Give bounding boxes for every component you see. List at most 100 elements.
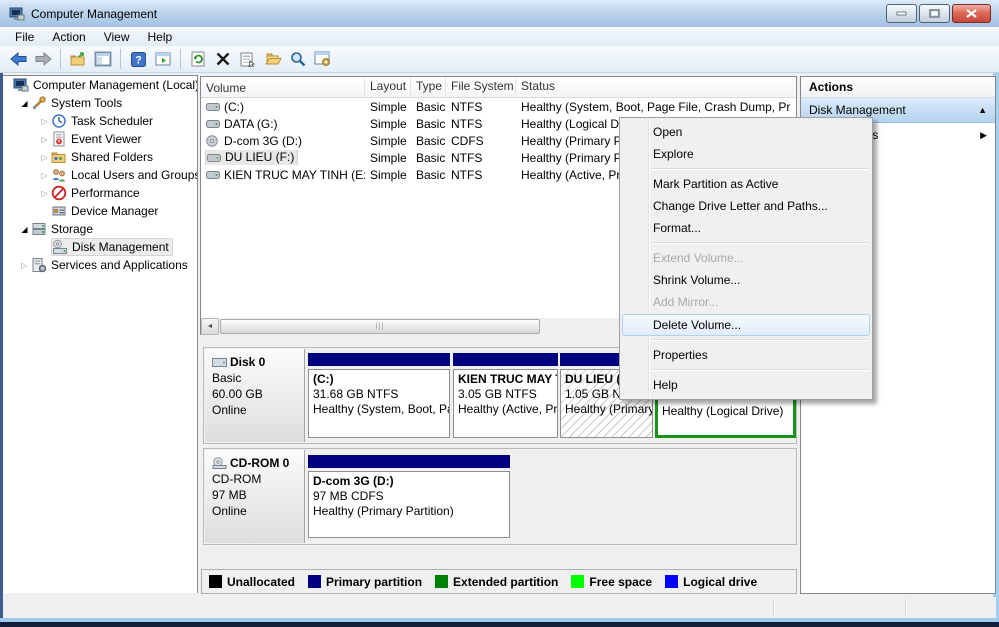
cd-rom-0-label[interactable]: CD-ROM 0 CD-ROM 97 MB Online	[205, 450, 305, 543]
collapse-arrow-icon[interactable]: ▷	[38, 117, 51, 126]
context-menu-properties[interactable]: Properties	[620, 344, 872, 366]
export-list-icon[interactable]	[67, 48, 89, 70]
tree-item-label: Shared Folders	[71, 150, 154, 164]
actions-panel-title: Actions	[801, 77, 995, 98]
volume-drive-icon	[206, 169, 220, 180]
volume-cd-icon	[206, 135, 220, 147]
collapse-arrow-icon[interactable]: ▷	[38, 171, 51, 180]
settings-window-icon[interactable]	[312, 48, 334, 70]
tree-item-performance[interactable]: ▷ Performance	[3, 184, 197, 202]
context-menu-add-mirror: Add Mirror...	[653, 295, 719, 309]
open-folder-icon[interactable]	[262, 48, 284, 70]
tree-item-label: Performance	[71, 186, 140, 200]
partition-kien-truc[interactable]: KIEN TRUC MAY TINH (E:) 3.05 GB NTFS Hea…	[453, 353, 558, 443]
menu-separator	[651, 242, 869, 243]
context-menu-extend-volume: Extend Volume...	[653, 251, 744, 265]
partition-size: 3.05 GB NTFS	[458, 387, 537, 401]
title-bar[interactable]: Computer Management	[0, 0, 999, 28]
toolbar-separator	[120, 49, 121, 69]
show-console-tree-icon[interactable]	[92, 48, 114, 70]
context-menu-delete-volume[interactable]: Delete Volume...	[622, 314, 870, 336]
actions-section-label: Disk Management	[809, 103, 906, 117]
context-menu-format[interactable]: Format...	[620, 217, 872, 239]
selected-volume[interactable]: DU LIEU (F:)	[204, 150, 299, 165]
event-viewer-icon	[51, 131, 67, 147]
context-menu-open[interactable]: Open	[620, 121, 872, 143]
scroll-left-arrow[interactable]: ◄	[201, 318, 219, 335]
legend-logical-drive: Logical drive	[665, 575, 757, 589]
column-header-layout[interactable]: Layout	[365, 77, 411, 97]
close-button[interactable]	[952, 4, 991, 23]
scrollbar-thumb[interactable]: |||	[220, 319, 540, 334]
column-header-file-system[interactable]: File System	[446, 77, 516, 97]
volume-context-menu: Open Explore Mark Partition as Active Ch…	[619, 117, 873, 400]
delete-icon[interactable]	[212, 48, 234, 70]
volume-type: Basic	[416, 167, 446, 182]
expand-arrow-icon[interactable]: ◢	[18, 99, 31, 108]
tree-item-services-and-applications[interactable]: ▷ Services and Applications	[3, 256, 197, 274]
tree-item-system-tools[interactable]: ◢ System Tools	[3, 94, 197, 112]
tree-item-task-scheduler[interactable]: ▷ Task Scheduler	[3, 112, 197, 130]
menu-file[interactable]: File	[6, 29, 43, 45]
partition-size: 31.68 GB NTFS	[313, 387, 399, 401]
volume-type: Basic	[416, 116, 446, 131]
computer-management-icon	[13, 77, 29, 93]
tree-item-event-viewer[interactable]: ▷ Event Viewer	[3, 130, 197, 148]
legend-free-space: Free space	[571, 575, 652, 589]
expand-arrow-icon[interactable]: ◢	[18, 225, 31, 234]
services-applications-icon	[31, 257, 47, 273]
menu-view[interactable]: View	[95, 29, 139, 45]
properties-icon[interactable]	[237, 48, 259, 70]
find-icon[interactable]	[287, 48, 309, 70]
tree-item-disk-management[interactable]: Disk Management	[3, 238, 197, 256]
selected-tree-item[interactable]: Disk Management	[51, 238, 173, 256]
menu-action[interactable]: Action	[43, 29, 94, 45]
context-menu-change-drive-letter[interactable]: Change Drive Letter and Paths...	[620, 195, 872, 217]
show-action-pane-icon[interactable]	[152, 48, 174, 70]
minimize-button[interactable]	[886, 4, 917, 23]
tree-item-computer-management[interactable]: Computer Management (Local)	[3, 76, 197, 94]
volume-layout: Simple	[370, 116, 407, 131]
partition-color-bar	[308, 353, 450, 366]
context-menu-shrink-volume[interactable]: Shrink Volume...	[620, 269, 872, 291]
tree-item-shared-folders[interactable]: ▷ Shared Folders	[3, 148, 197, 166]
volume-name: DATA (G:)	[224, 116, 278, 131]
volume-row-c[interactable]: (C:) Simple Basic NTFS Healthy (System, …	[201, 98, 796, 115]
column-header-status[interactable]: Status	[516, 77, 791, 97]
refresh-icon[interactable]	[187, 48, 209, 70]
menu-help[interactable]: Help	[139, 29, 182, 45]
collapse-up-icon[interactable]: ▲	[978, 105, 987, 115]
context-menu-help[interactable]: Help	[620, 374, 872, 396]
forward-icon[interactable]	[32, 48, 54, 70]
column-header-type[interactable]: Type	[411, 77, 446, 97]
collapse-arrow-icon[interactable]: ▷	[38, 135, 51, 144]
column-header-volume[interactable]: Volume	[201, 77, 365, 97]
context-menu-mark-partition-active[interactable]: Mark Partition as Active	[620, 173, 872, 195]
legend-extended-partition: Extended partition	[435, 575, 558, 589]
submenu-right-icon[interactable]: ▶	[980, 130, 987, 141]
help-icon[interactable]: ?	[127, 48, 149, 70]
cd-rom-0-row: CD-ROM 0 CD-ROM 97 MB Online D-com 3G (D…	[203, 448, 797, 545]
context-menu-explore[interactable]: Explore	[620, 143, 872, 165]
volume-name: (C:)	[224, 99, 244, 114]
partition-dcom[interactable]: D-com 3G (D:) 97 MB CDFS Healthy (Primar…	[308, 455, 510, 543]
tree-item-label: Services and Applications	[51, 258, 188, 272]
maximize-button[interactable]	[919, 4, 950, 23]
tree-item-local-users-and-groups[interactable]: ▷ Local Users and Groups	[3, 166, 197, 184]
volume-type: Basic	[416, 133, 446, 148]
collapse-arrow-icon[interactable]: ▷	[38, 189, 51, 198]
storage-icon	[31, 221, 47, 237]
back-icon[interactable]	[7, 48, 29, 70]
volume-name: DU LIEU (F:)	[225, 150, 295, 164]
status-bar	[3, 597, 996, 618]
toolbar-separator	[60, 49, 61, 69]
volume-drive-icon	[207, 152, 221, 163]
tree-item-device-manager[interactable]: Device Manager	[3, 202, 197, 220]
tree-item-storage[interactable]: ◢ Storage	[3, 220, 197, 238]
partition-status: Healthy (Primary Partition)	[565, 402, 653, 416]
disk-0-label[interactable]: Disk 0 Basic 60.00 GB Online	[205, 349, 305, 442]
legend-unallocated: Unallocated	[209, 575, 295, 589]
collapse-arrow-icon[interactable]: ▷	[38, 153, 51, 162]
partition-c[interactable]: (C:) 31.68 GB NTFS Healthy (System, Boot…	[308, 353, 450, 443]
collapse-arrow-icon[interactable]: ▷	[18, 261, 31, 270]
